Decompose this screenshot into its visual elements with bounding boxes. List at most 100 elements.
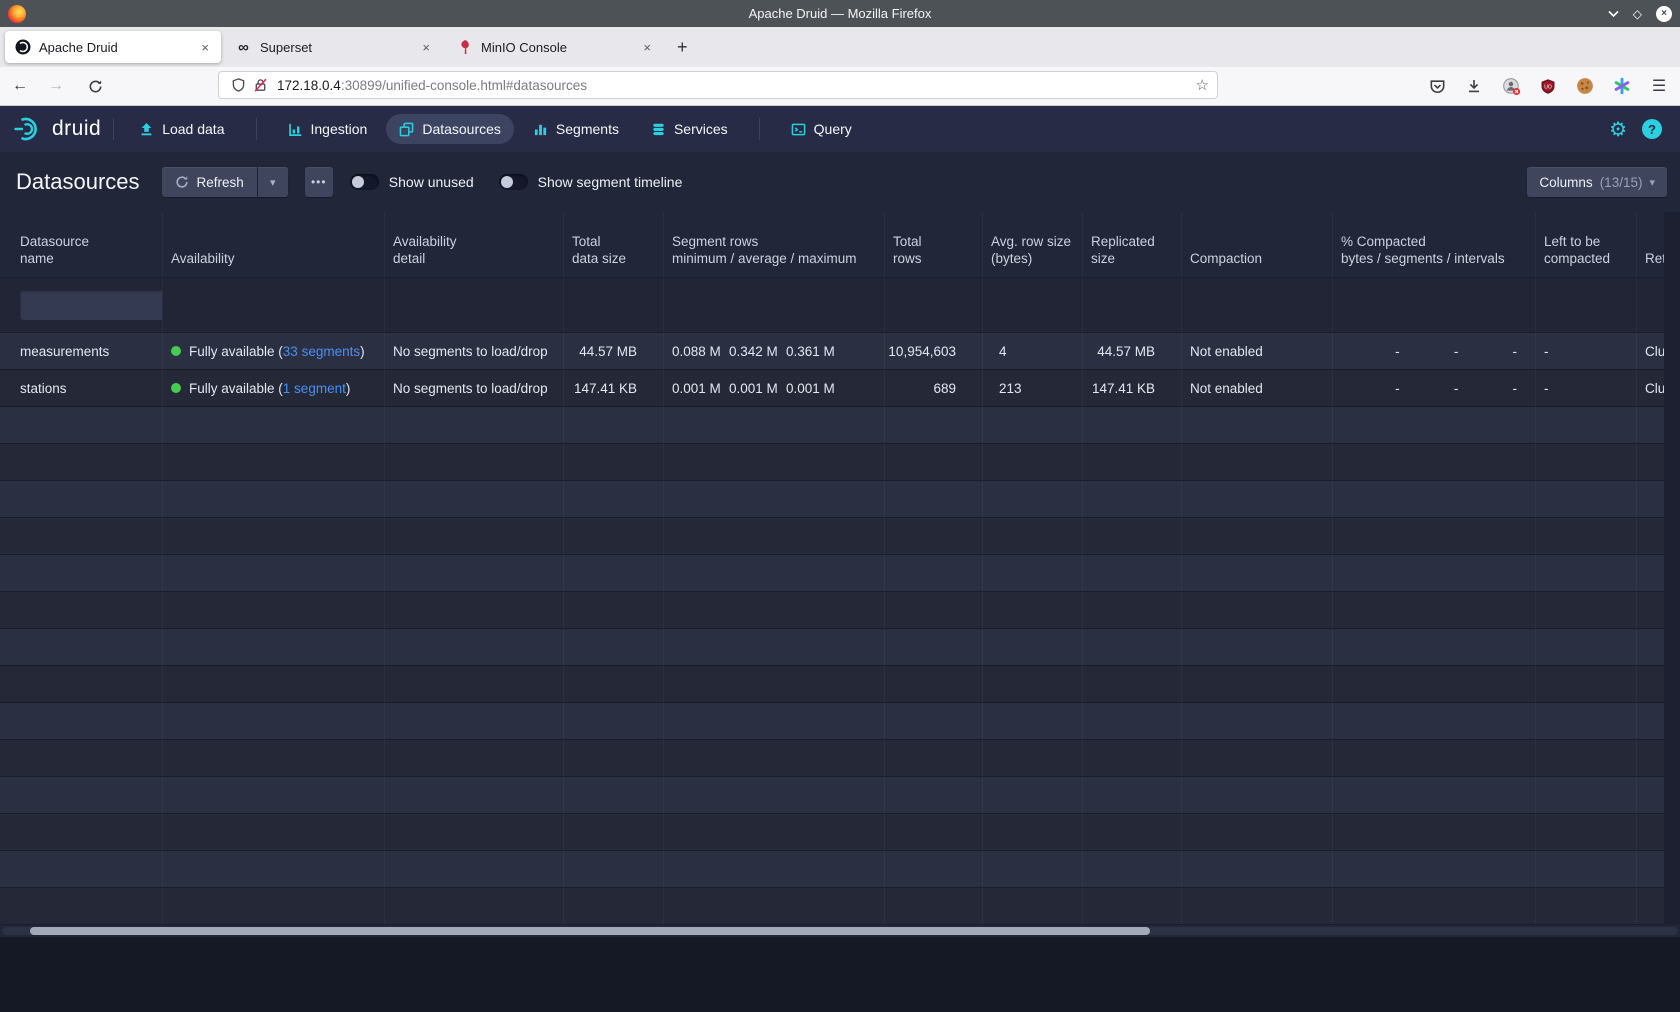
empty-cell [385, 629, 564, 665]
tab-close-icon[interactable]: × [198, 40, 212, 55]
segments-count-link[interactable]: 33 segments [283, 344, 360, 359]
empty-cell [1536, 666, 1637, 702]
tab-label: Apache Druid [39, 40, 198, 55]
browser-tab-apache-druid[interactable]: Apache Druid× [5, 31, 221, 63]
tab-close-icon[interactable]: × [640, 40, 654, 55]
empty-cell [1083, 666, 1182, 702]
scrollbar-thumb[interactable] [30, 927, 1150, 935]
column-header-left-to-be-compacted[interactable]: Left to becompacted [1536, 212, 1637, 277]
url-text[interactable]: 172.18.0.4:30899/unified-console.html#da… [277, 78, 587, 93]
more-options-button[interactable]: ••• [305, 167, 333, 197]
toggle-switch-show-unused[interactable] [350, 174, 379, 190]
column-header-total-data-size[interactable]: Totaldata size [564, 212, 664, 277]
cookie-icon[interactable] [1574, 75, 1596, 97]
empty-cell [163, 814, 385, 850]
cell-availability: Fully available (1 segment) [163, 370, 385, 406]
empty-cell [1083, 592, 1182, 628]
empty-cell [385, 407, 564, 443]
window-minimize-icon[interactable] [1608, 10, 1619, 18]
refresh-icon [175, 175, 189, 189]
empty-table-row [0, 888, 1664, 925]
bookmark-star-icon[interactable]: ☆ [1196, 76, 1209, 94]
column-header-segment-rows-minimum-average-maximum[interactable]: Segment rowsminimum / average / maximum [664, 212, 885, 277]
empty-cell [664, 666, 885, 702]
cell-availability: Fully available (33 segments) [163, 333, 385, 369]
browser-tab-superset[interactable]: ∞Superset× [226, 31, 442, 63]
columns-button[interactable]: Columns (13/15) ▾ [1527, 167, 1667, 197]
url-bar[interactable]: 172.18.0.4:30899/unified-console.html#da… [218, 71, 1218, 99]
window-close-icon[interactable]: × [1656, 6, 1672, 22]
lock-insecure-icon[interactable] [249, 74, 271, 96]
empty-cell [1083, 814, 1182, 850]
download-icon[interactable] [1463, 75, 1485, 97]
new-tab-button[interactable]: + [677, 37, 688, 58]
forward-button[interactable]: → [48, 77, 64, 95]
empty-cell [664, 518, 885, 554]
column-header-avg-row-size-bytes[interactable]: Avg. row size(bytes) [983, 212, 1083, 277]
window-maximize-icon[interactable]: ◇ [1633, 8, 1642, 20]
column-header-line1: Total [893, 233, 974, 250]
nav-item-datasources[interactable]: Datasources [386, 114, 514, 144]
availability-status: Fully available ( [189, 344, 283, 359]
segment-rows-value: 0.001 M [729, 381, 786, 396]
tab-close-icon[interactable]: × [419, 40, 433, 55]
empty-cell [885, 740, 983, 776]
cell-left-to-be-compacted: - [1536, 333, 1637, 369]
druid-logo-icon [14, 116, 44, 142]
empty-cell [0, 518, 163, 554]
reload-button[interactable] [84, 75, 106, 97]
refresh-button[interactable]: Refresh [162, 167, 257, 197]
empty-cell [983, 777, 1083, 813]
back-button[interactable]: ← [12, 77, 28, 95]
empty-cell [1536, 629, 1637, 665]
column-header-datasource-name[interactable]: Datasourcename [0, 212, 163, 277]
empty-cell [1536, 814, 1637, 850]
nav-item-ingestion[interactable]: Ingestion [275, 114, 381, 144]
empty-cell [163, 592, 385, 628]
column-header-availability[interactable]: Availability [163, 212, 385, 277]
nav-item-segments[interactable]: Segments [520, 114, 632, 144]
empty-table-row [0, 629, 1664, 666]
menu-icon[interactable]: ☰ [1648, 75, 1670, 97]
refresh-dropdown-button[interactable]: ▾ [258, 167, 288, 197]
segment-rows-value: 0.361 M [786, 344, 843, 359]
toggle-label: Show unused [389, 174, 474, 190]
nav-item-query[interactable]: Query [778, 114, 865, 144]
asterisk-icon[interactable] [1611, 75, 1633, 97]
nav-item-label: Query [814, 121, 852, 137]
empty-cell [1083, 555, 1182, 591]
toggle-switch-show-segment-timeline[interactable] [499, 174, 528, 190]
segments-count-link[interactable]: 1 segment [283, 381, 346, 396]
shield-icon[interactable] [227, 74, 249, 96]
pocket-icon[interactable] [1426, 75, 1448, 97]
empty-cell [385, 851, 564, 887]
empty-cell [1637, 851, 1664, 887]
settings-gear-icon[interactable]: ⚙ [1609, 117, 1627, 142]
column-header-rete[interactable]: Rete [1637, 212, 1664, 277]
browser-tab-minio-console[interactable]: MinIO Console× [447, 31, 663, 63]
toggle-show-unused: Show unused [350, 174, 482, 190]
empty-cell [163, 407, 385, 443]
empty-cell [1536, 555, 1637, 591]
cell-datasource-name: stations [0, 370, 163, 406]
column-header-compaction[interactable]: Compaction [1182, 212, 1333, 277]
empty-cell [1333, 740, 1536, 776]
column-header-availability-detail[interactable]: Availabilitydetail [385, 212, 564, 277]
datasource-name-filter-input[interactable] [20, 290, 163, 320]
extension-icon[interactable] [1500, 75, 1522, 97]
empty-cell [564, 518, 664, 554]
empty-cell [1536, 592, 1637, 628]
superset-favicon: ∞ [235, 39, 252, 56]
nav-item-services[interactable]: Services [638, 114, 741, 144]
column-header-total-rows[interactable]: Totalrows [885, 212, 983, 277]
empty-cell [1536, 888, 1637, 924]
ublock-icon[interactable]: UO [1537, 75, 1559, 97]
empty-cell [1333, 592, 1536, 628]
empty-cell [1536, 777, 1637, 813]
help-icon[interactable]: ? [1642, 119, 1662, 139]
page-title: Datasources [16, 169, 140, 195]
empty-cell [1637, 407, 1664, 443]
nav-item-load-data[interactable]: Load data [126, 114, 237, 144]
column-header-compacted-bytes-segments-intervals[interactable]: % Compactedbytes / segments / intervals [1333, 212, 1536, 277]
column-header-replicated-size[interactable]: Replicatedsize [1083, 212, 1182, 277]
